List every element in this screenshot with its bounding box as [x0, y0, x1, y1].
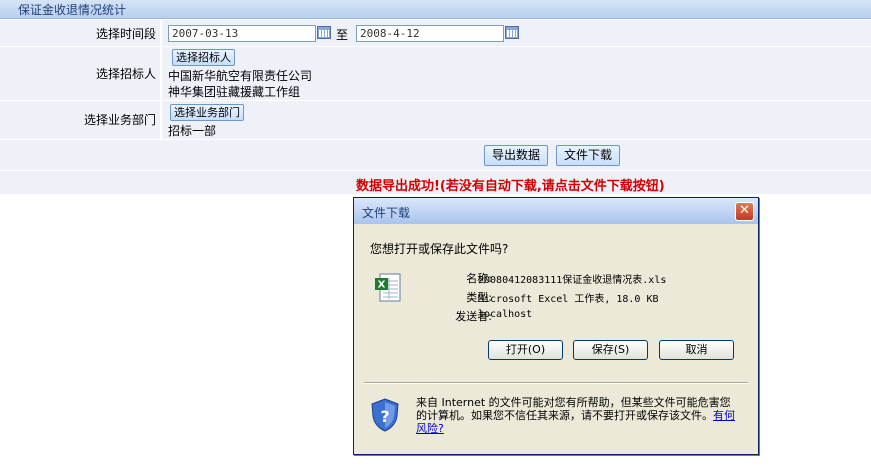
dept-label: 选择业务部门: [83, 113, 156, 127]
file-download-dialog: 文件下载 ✕ 您想打开或保存此文件吗? X 名称: 20080412083111…: [353, 197, 759, 455]
dept-row: 选择业务部门 选择业务部门 招标一部: [0, 101, 871, 140]
file-sender-value: localhost: [478, 309, 533, 320]
security-shield-icon: ?: [371, 398, 399, 432]
calendar-icon[interactable]: [505, 26, 519, 39]
dialog-separator: [364, 382, 748, 384]
file-type-value: Microsoft Excel 工作表, 18.0 KB: [478, 294, 659, 305]
message-row: 数据导出成功!(若没有自动下载,请点击文件下载按钮): [0, 171, 871, 195]
to-text: 至: [336, 28, 349, 42]
end-date-input[interactable]: 2008-4-12: [356, 25, 504, 42]
page-title-bar: 保证金收退情况统计: [0, 0, 871, 19]
bidder-row: 选择招标人 选择招标人 中国新华航空有限责任公司 神华集团驻藏援藏工作组: [0, 47, 871, 101]
file-download-button[interactable]: 文件下载: [556, 145, 620, 166]
open-button[interactable]: 打开(O): [488, 340, 563, 360]
svg-text:X: X: [378, 280, 386, 291]
close-icon[interactable]: ✕: [735, 202, 754, 221]
calendar-icon[interactable]: [317, 26, 331, 39]
time-row: 选择时间段 2007-03-13 至 2008-4-12: [0, 20, 871, 47]
dept-value: 招标一部: [168, 124, 217, 138]
page-title: 保证金收退情况统计: [18, 3, 127, 17]
bidder-item: 神华集团驻藏援藏工作组: [168, 85, 301, 99]
start-date-input[interactable]: 2007-03-13: [168, 25, 316, 42]
dialog-title-bar[interactable]: 文件下载 ✕: [354, 198, 758, 224]
bidder-item: 中国新华航空有限责任公司: [168, 69, 313, 83]
dialog-question: 您想打开或保存此文件吗?: [370, 242, 509, 256]
bidder-label: 选择招标人: [95, 67, 156, 81]
select-dept-button[interactable]: 选择业务部门: [170, 104, 244, 121]
dialog-title: 文件下载: [362, 206, 411, 220]
warning-text: 来自 Internet 的文件可能对您有所帮助，但某些文件可能危害您的计算机。如…: [416, 396, 731, 422]
time-label: 选择时间段: [95, 27, 156, 41]
cancel-button[interactable]: 取消: [659, 340, 734, 360]
select-bidder-button[interactable]: 选择招标人: [172, 49, 235, 66]
file-name-value: 20080412083111保证金收退情况表.xls: [478, 275, 667, 286]
svg-text:?: ?: [380, 407, 389, 426]
security-warning: 来自 Internet 的文件可能对您有所帮助，但某些文件可能危害您的计算机。如…: [416, 396, 738, 435]
success-message: 数据导出成功!(若没有自动下载,请点击文件下载按钮): [356, 179, 665, 194]
save-button[interactable]: 保存(S): [573, 340, 648, 360]
action-row: 导出数据 文件下载: [0, 140, 871, 171]
export-data-button[interactable]: 导出数据: [484, 145, 548, 166]
